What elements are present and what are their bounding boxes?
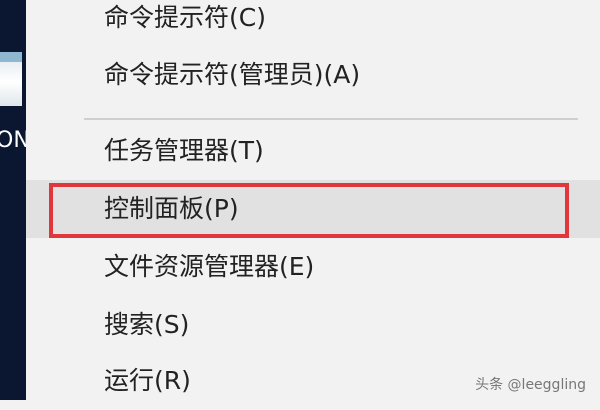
- menu-item-search[interactable]: 搜索(S): [26, 296, 600, 354]
- menu-separator: [84, 118, 578, 120]
- menu-item-command-prompt[interactable]: 命令提示符(C): [26, 0, 600, 47]
- highlight-annotation-box: [49, 183, 569, 238]
- winx-context-menu: 命令提示符(C) 命令提示符(管理员)(A) 任务管理器(T) 控制面板(P) …: [26, 0, 600, 400]
- desktop-shortcut-icon[interactable]: [0, 52, 22, 106]
- watermark: 头条 @leeggling: [473, 374, 588, 394]
- menu-item-task-manager[interactable]: 任务管理器(T): [26, 122, 600, 180]
- menu-item-command-prompt-admin[interactable]: 命令提示符(管理员)(A): [26, 46, 600, 104]
- desktop-background: ON: [0, 0, 26, 400]
- desktop-icon-label: ON: [0, 128, 26, 154]
- menu-item-file-explorer[interactable]: 文件资源管理器(E): [26, 238, 600, 296]
